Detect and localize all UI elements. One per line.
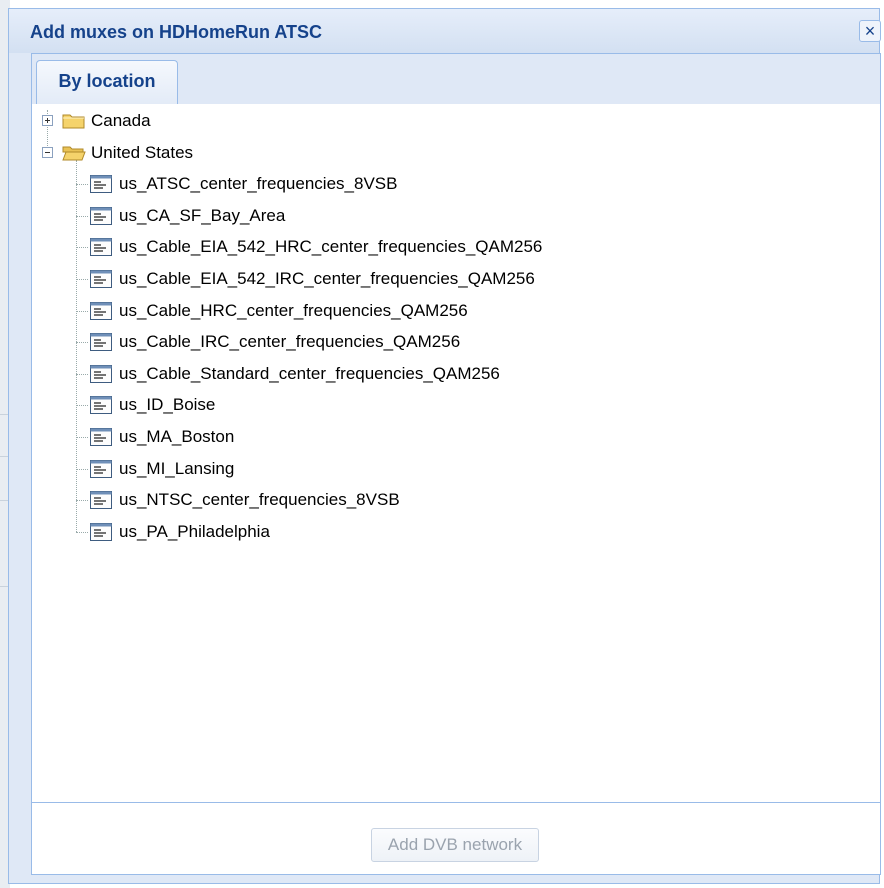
dialog-footer: Add DVB network [32,803,880,874]
list-document-icon [90,428,112,446]
collapse-toggle-icon[interactable] [42,146,53,158]
tree-node-label: Canada [91,111,151,130]
list-document-icon [90,301,112,320]
tree-node-label: United States [91,142,194,162]
dialog-body: By location Canada United States us_ATSC_c… [31,53,881,875]
tree-node-label: us_ID_Boise [119,395,216,415]
folder-closed-icon [62,113,86,129]
list-document-icon [90,364,112,383]
list-document-icon [90,175,112,194]
dialog-title: Add muxes on HDHomeRun ATSC [30,22,323,42]
tree-node-label: us_MI_Lansing [119,458,235,478]
list-document-icon [90,238,112,257]
close-icon: × [864,21,876,41]
tree-node-label: us_CA_SF_Bay_Area [119,205,286,225]
tree-node-label: us_NTSC_center_frequencies_8VSB [119,490,400,510]
expand-toggle-icon[interactable] [42,115,53,126]
list-document-icon [90,270,112,288]
tree-node-label: us_Cable_IRC_center_frequencies_QAM256 [119,332,461,352]
tree-node-label: us_Cable_Standard_center_frequencies_QAM… [119,363,500,383]
list-document-icon [90,459,112,478]
tab-by-location[interactable]: By location [36,60,178,104]
tree-node-label: us_PA_Philadelphia [119,521,270,541]
tree-node-label: us_Cable_EIA_542_HRC_center_frequencies_… [119,237,543,257]
add-muxes-dialog: Add muxes on HDHomeRun ATSC × By locatio… [8,8,881,884]
dialog-titlebar[interactable]: Add muxes on HDHomeRun ATSC × [9,9,881,53]
close-button[interactable]: × [859,20,881,42]
tree-node-label: us_ATSC_center_frequencies_8VSB [119,174,398,194]
add-dvb-network-button[interactable]: Add DVB network [371,828,539,862]
list-document-icon [90,206,112,225]
tree-node-label: us_Cable_HRC_center_frequencies_QAM256 [119,300,468,320]
list-document-icon [90,333,112,352]
tab-strip: By location [32,54,880,105]
folder-open-icon [62,145,86,161]
list-document-icon [90,522,112,541]
list-document-icon [90,396,112,415]
tree-node-label: us_MA_Boston [119,427,235,446]
tree-node-label: us_Cable_EIA_542_IRC_center_frequencies_… [119,269,535,288]
list-document-icon [90,491,112,510]
location-tree: Canada United States us_ATSC_center_freque… [32,104,880,803]
